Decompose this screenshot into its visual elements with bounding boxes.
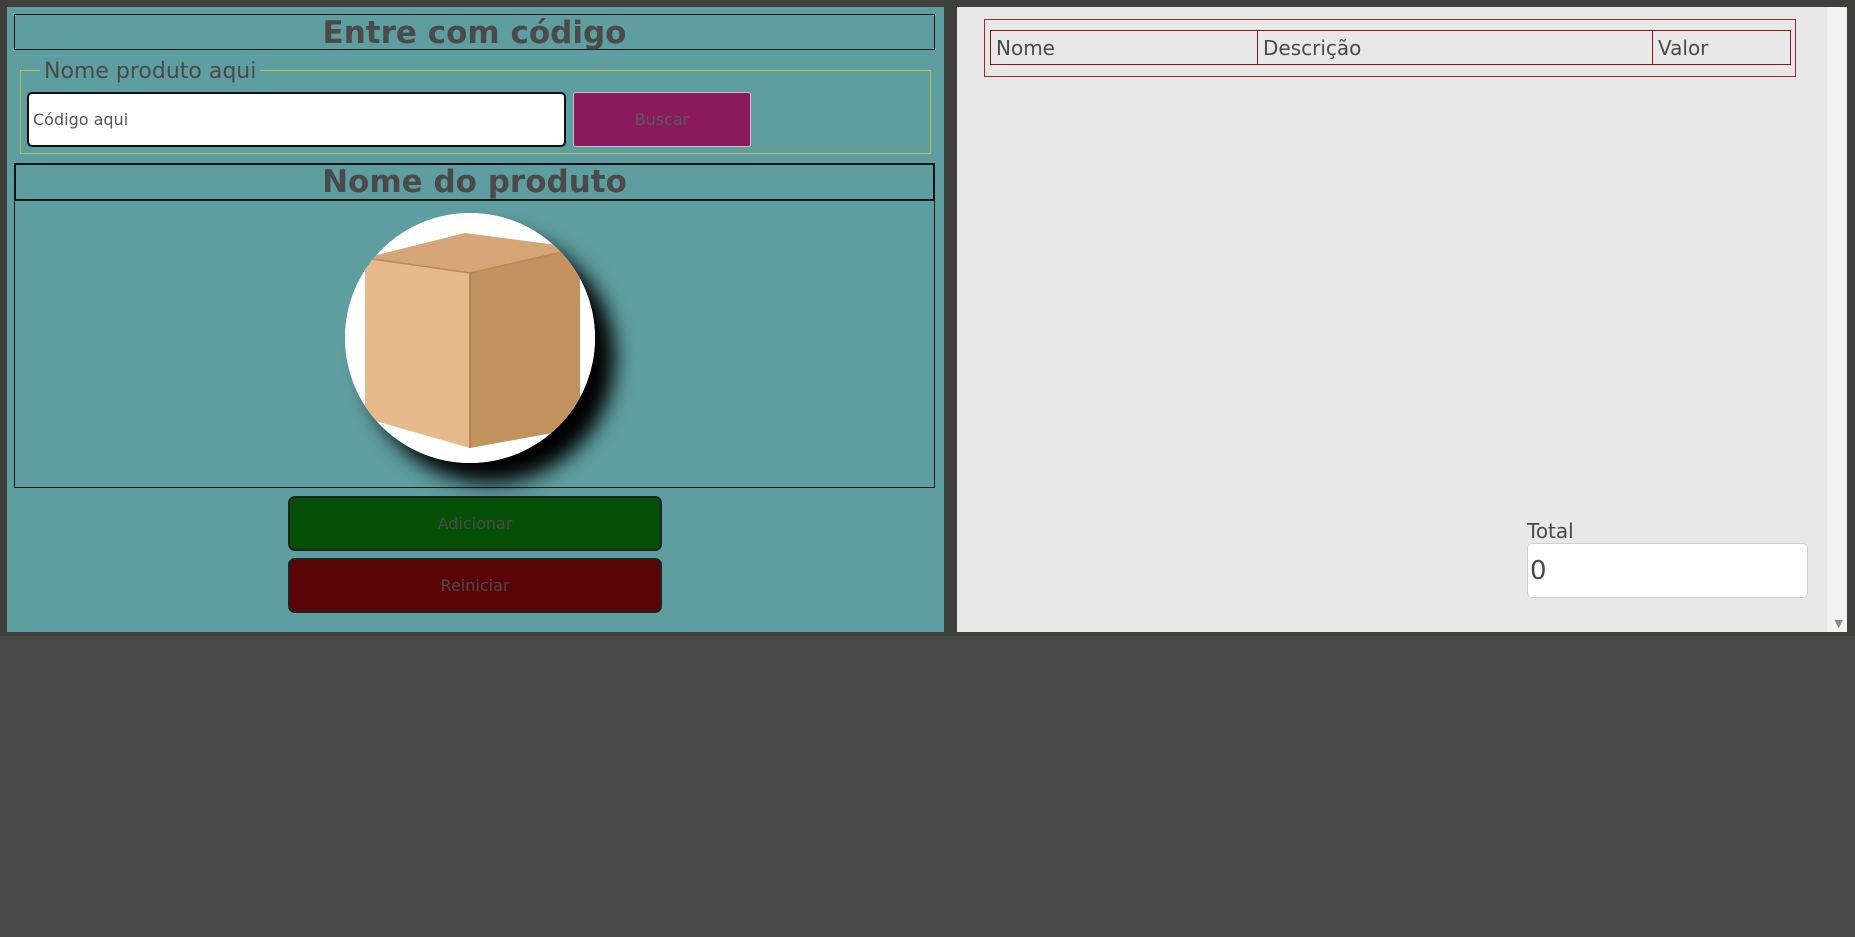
- cart-table: Nome Descrição Valor: [990, 30, 1791, 65]
- app-window: Entre com código Nome produto aqui Busca…: [0, 0, 1855, 636]
- code-header: Entre com código: [14, 14, 935, 51]
- table-header-row: Nome Descrição Valor: [990, 30, 1791, 65]
- cart-panel: Nome Descrição Valor Total ▼: [957, 7, 1847, 632]
- reset-button[interactable]: Reiniciar: [288, 558, 662, 613]
- column-header-nome: Nome: [990, 30, 1258, 65]
- scroll-down-arrow-icon[interactable]: ▼: [1835, 618, 1843, 630]
- vertical-scrollbar[interactable]: ▼: [1827, 7, 1847, 632]
- column-header-descricao: Descrição: [1257, 30, 1653, 65]
- code-input[interactable]: [27, 92, 566, 147]
- cardboard-box-graphic: [345, 213, 595, 463]
- fieldset-legend: Nome produto aqui: [40, 59, 261, 85]
- product-name-header: Nome do produto: [14, 163, 935, 201]
- product-panel: Entre com código Nome produto aqui Busca…: [7, 7, 944, 632]
- add-button[interactable]: Adicionar: [288, 496, 662, 551]
- search-button[interactable]: Buscar: [573, 92, 751, 147]
- column-header-valor: Valor: [1652, 30, 1791, 65]
- cardboard-box-icon: [345, 213, 595, 463]
- total-field[interactable]: [1527, 543, 1808, 598]
- total-label: Total: [1527, 519, 1574, 543]
